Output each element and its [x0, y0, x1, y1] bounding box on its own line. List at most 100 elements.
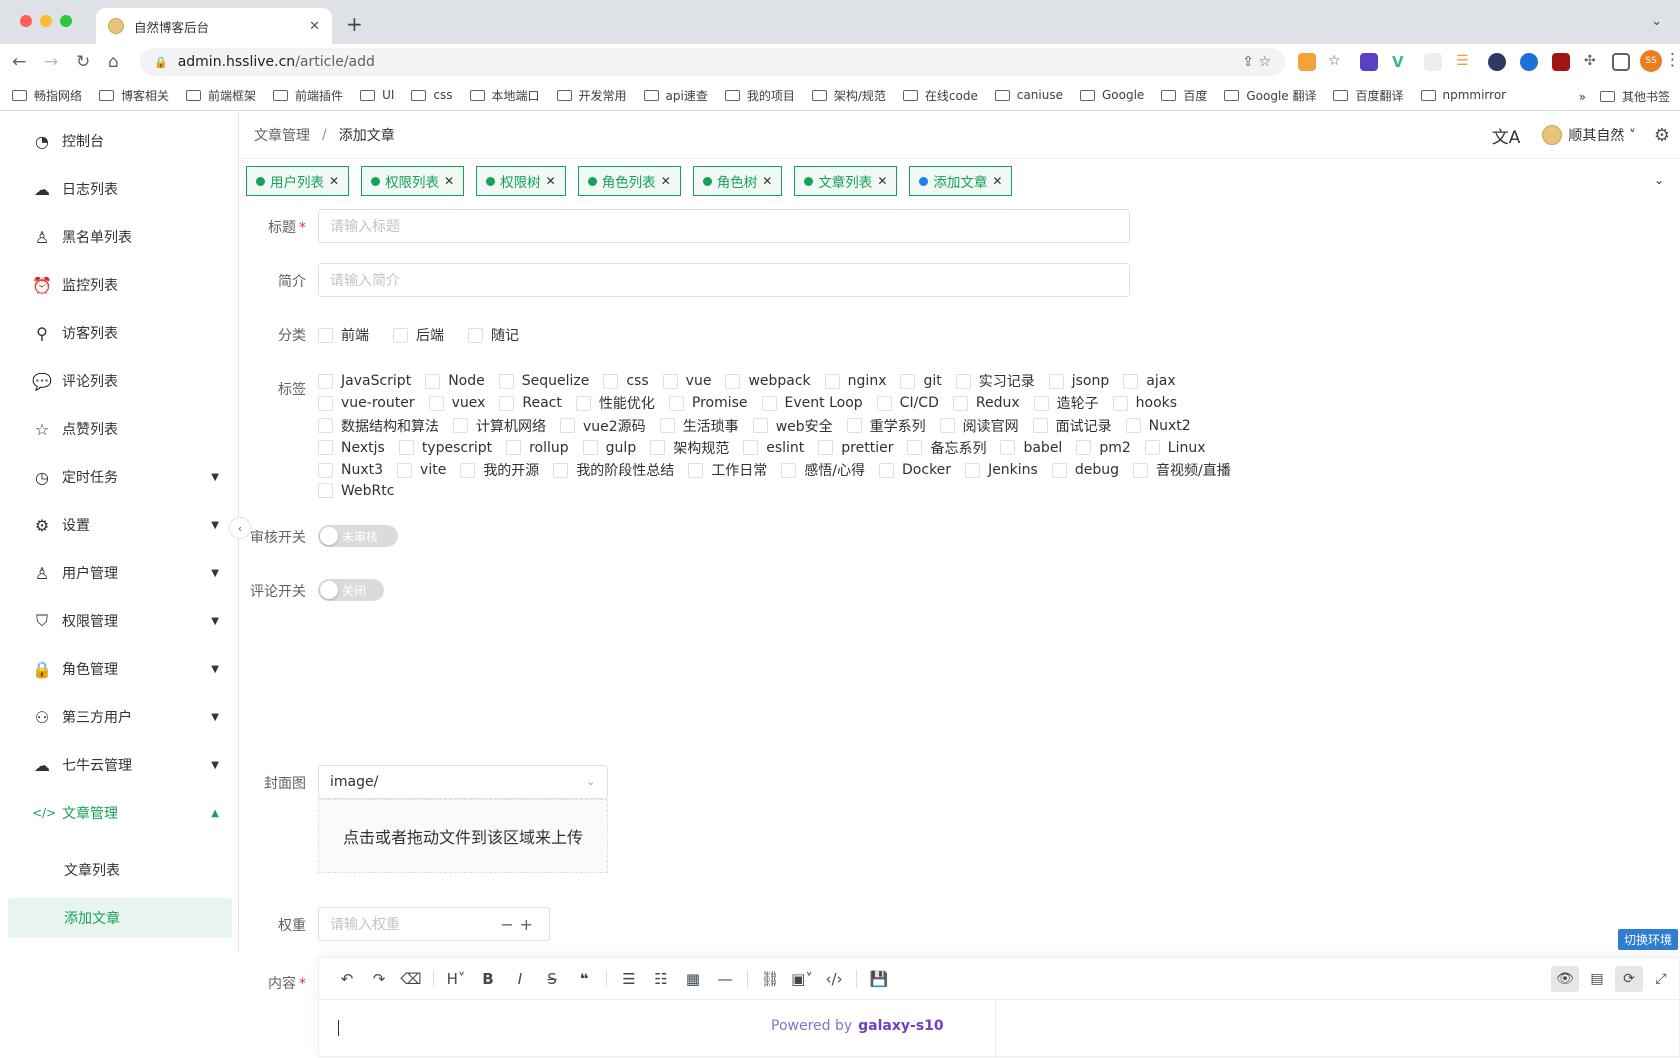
sidebar-item[interactable]: 💬 评论列表: [0, 357, 239, 405]
feed-icon[interactable]: ☰: [1456, 53, 1474, 71]
sidebar-item[interactable]: ⚙ 设置 ▼: [0, 501, 239, 549]
checkbox-box[interactable]: [1125, 418, 1141, 434]
username-dropdown[interactable]: 顺其自然 ˅: [1568, 125, 1635, 145]
tag-checkbox[interactable]: React: [499, 395, 562, 411]
tag-checkbox[interactable]: 工作日常: [688, 460, 767, 480]
weight-input[interactable]: 请输入权重 −+: [318, 907, 550, 941]
tag-checkbox[interactable]: vue2源码: [560, 416, 646, 436]
back-icon[interactable]: ←: [12, 52, 26, 72]
bookmark-item[interactable]: 架构/规范: [811, 87, 886, 104]
fullscreen-icon[interactable]: ⤢: [1647, 966, 1675, 992]
checkbox-box[interactable]: [725, 373, 741, 389]
breadcrumb-parent[interactable]: 文章管理: [254, 125, 310, 145]
tags-view-tab[interactable]: 角色列表 ✕: [577, 166, 681, 196]
tag-checkbox[interactable]: vite: [397, 462, 446, 478]
eraser-icon[interactable]: ⌫: [395, 970, 427, 988]
desc-input[interactable]: 请输入简介: [318, 263, 1130, 297]
sidebar-collapse-button[interactable]: ‹: [229, 517, 251, 539]
checkbox-box[interactable]: [659, 418, 675, 434]
horizontal-rule-icon[interactable]: —: [709, 970, 741, 988]
redo-icon[interactable]: ↷: [363, 970, 395, 988]
extension-grid-icon[interactable]: [1424, 53, 1442, 71]
translate-icon[interactable]: 文A: [1492, 123, 1521, 148]
bookmark-item[interactable]: 开发常用: [556, 87, 627, 104]
new-tab-icon[interactable]: +: [346, 12, 363, 36]
image-icon[interactable]: ▣˅: [786, 970, 818, 988]
sync-scroll-icon[interactable]: ⟳: [1615, 966, 1643, 992]
cover-prefix-select[interactable]: image/ ⌄: [318, 765, 608, 799]
avatar[interactable]: [1542, 125, 1563, 145]
tags-view-tab[interactable]: 权限列表 ✕: [361, 166, 465, 196]
stepper-buttons[interactable]: −+: [500, 915, 539, 934]
extension-icon[interactable]: [1298, 53, 1316, 71]
powered-name[interactable]: galaxy-s10: [858, 1018, 944, 1034]
tag-checkbox[interactable]: vuex: [428, 395, 485, 411]
bookmark-item[interactable]: 畅指网络: [12, 87, 82, 104]
save-icon[interactable]: 💾: [863, 970, 895, 988]
tag-checkbox[interactable]: gulp: [582, 440, 636, 456]
tag-checkbox[interactable]: WebRtc: [318, 483, 394, 499]
reload-icon[interactable]: ↻: [76, 52, 90, 72]
tag-checkbox[interactable]: hooks: [1112, 395, 1177, 411]
checkbox-box[interactable]: [453, 418, 468, 434]
checkbox-box[interactable]: [824, 373, 840, 389]
tab-search-chevron-icon[interactable]: ⌄: [1651, 14, 1662, 29]
tag-checkbox[interactable]: 性能优化: [575, 393, 655, 413]
sidebar-item[interactable]: ◔ 控制台: [0, 117, 239, 165]
tag-checkbox[interactable]: 我的开源: [460, 460, 539, 480]
extension-blue-icon[interactable]: [1520, 53, 1538, 71]
tag-checkbox[interactable]: jsonp: [1048, 373, 1109, 389]
sidebar-item[interactable]: </> 文章管理 ▲: [0, 789, 239, 837]
tag-checkbox[interactable]: 面试记录: [1032, 416, 1112, 436]
tag-checkbox[interactable]: JavaScript: [318, 373, 411, 389]
checkbox-box[interactable]: [952, 395, 968, 411]
tag-checkbox[interactable]: css: [603, 373, 649, 389]
checkbox-box[interactable]: [668, 395, 684, 411]
tag-checkbox[interactable]: 重学系列: [846, 416, 926, 436]
table-icon[interactable]: ▦: [677, 970, 709, 988]
sidebar-item[interactable]: ♙ 用户管理 ▼: [0, 549, 239, 597]
tag-checkbox[interactable]: 我的阶段性总结: [553, 460, 674, 480]
tag-checkbox[interactable]: vue: [662, 373, 711, 389]
close-window-button[interactable]: [20, 15, 32, 27]
cover-upload-dropzone[interactable]: 点击或者拖动文件到该区域来上传: [318, 799, 608, 873]
bookmark-item[interactable]: 我的项目: [724, 87, 795, 104]
checkbox-box[interactable]: [582, 440, 598, 456]
tag-close-icon[interactable]: ✕: [762, 174, 772, 188]
other-bookmarks[interactable]: 其他书签: [1622, 88, 1670, 105]
checkbox-box[interactable]: [1000, 440, 1016, 456]
tag-checkbox[interactable]: Node: [425, 373, 485, 389]
tag-checkbox[interactable]: typescript: [398, 440, 492, 456]
bookmark-item[interactable]: 在线code: [902, 87, 978, 104]
tag-checkbox[interactable]: 音视频/直播: [1133, 460, 1231, 480]
editor-body[interactable]: Powered by galaxy-s10: [319, 1000, 1680, 1058]
checkbox-box[interactable]: [879, 462, 895, 478]
tag-checkbox[interactable]: 计算机网络: [453, 416, 546, 436]
tag-checkbox[interactable]: 阅读官网: [939, 416, 1019, 436]
checkbox-box[interactable]: [397, 462, 413, 478]
checkbox-box[interactable]: [575, 395, 591, 411]
checkbox-box[interactable]: [1051, 462, 1067, 478]
sidebar-item[interactable]: ⏰ 监控列表: [0, 261, 239, 309]
checkbox-box[interactable]: [955, 373, 971, 389]
checkbox-box[interactable]: [1076, 440, 1092, 456]
tag-checkbox[interactable]: Event Loop: [761, 395, 863, 411]
checkbox-box[interactable]: [318, 440, 333, 456]
sidebar-item[interactable]: ⚇ 第三方用户 ▼: [0, 693, 239, 741]
category-checkbox[interactable]: 前端: [318, 325, 369, 345]
ordered-list-icon[interactable]: ☷: [645, 970, 677, 988]
checkbox-box[interactable]: [781, 462, 797, 478]
tag-checkbox[interactable]: web安全: [752, 416, 833, 436]
tag-checkbox[interactable]: Redux: [952, 395, 1020, 411]
tag-checkbox[interactable]: 生活琐事: [659, 416, 739, 436]
tag-close-icon[interactable]: ✕: [661, 174, 671, 188]
checkbox-box[interactable]: [650, 440, 666, 456]
checkbox-box[interactable]: [1033, 395, 1049, 411]
tag-checkbox[interactable]: git: [900, 373, 942, 389]
strikethrough-icon[interactable]: S: [536, 970, 568, 988]
checkbox-box[interactable]: [939, 418, 955, 434]
tags-view-tab[interactable]: 文章列表 ✕: [794, 166, 898, 196]
checkbox-box[interactable]: [1048, 373, 1064, 389]
bookmark-item[interactable]: Google 翻译: [1224, 87, 1316, 104]
minimize-window-button[interactable]: [40, 15, 52, 27]
